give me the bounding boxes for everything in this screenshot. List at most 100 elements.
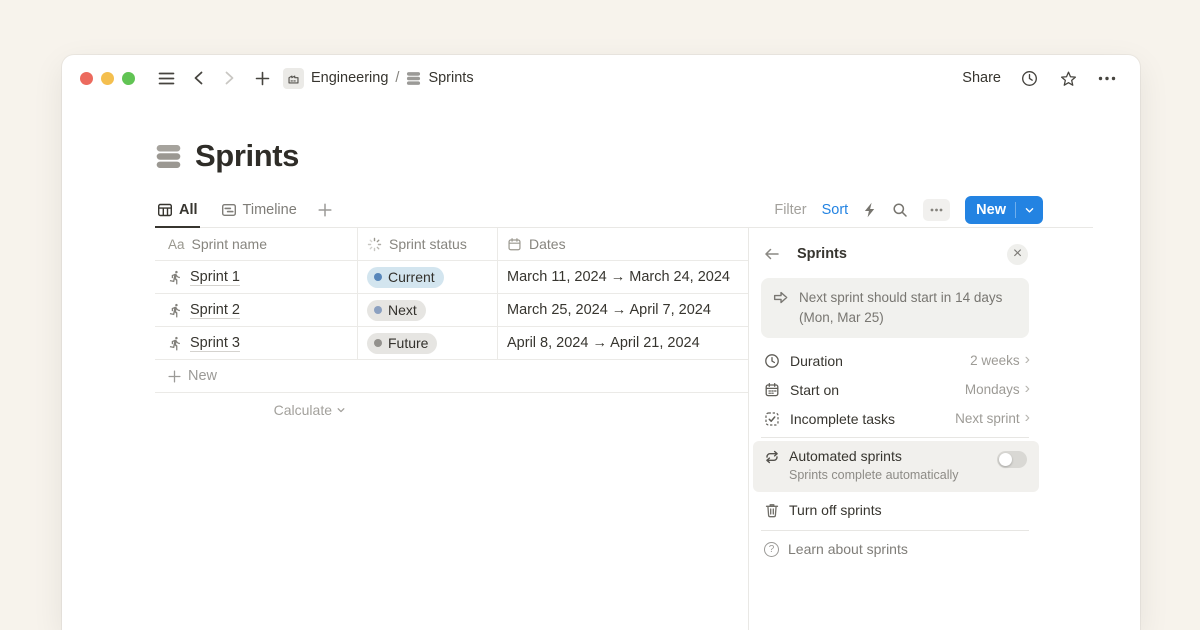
date-property-icon bbox=[507, 237, 522, 252]
cell-sprint-status[interactable]: Next bbox=[358, 294, 498, 326]
chevron-down-icon bbox=[336, 405, 346, 415]
repeat-cycle-icon bbox=[764, 449, 780, 484]
page-header: Sprints bbox=[155, 138, 299, 174]
setting-value: 2 weeks bbox=[970, 353, 1020, 368]
view-options-icon[interactable] bbox=[923, 199, 950, 221]
view-bar: All Timeline Filter Sort New bbox=[155, 193, 1093, 228]
new-button[interactable]: New bbox=[965, 196, 1043, 224]
setting-value: Mondays bbox=[965, 382, 1020, 397]
cell-dates[interactable]: March 11, 2024 → March 24, 2024 bbox=[498, 261, 748, 293]
tab-all[interactable]: All bbox=[155, 194, 200, 228]
sort-button[interactable]: Sort bbox=[822, 202, 849, 218]
breadcrumb-page[interactable]: Sprints bbox=[428, 70, 473, 86]
cell-dates[interactable]: April 8, 2024 → April 21, 2024 bbox=[498, 327, 748, 359]
status-label: Next bbox=[388, 302, 417, 318]
cell-sprint-name[interactable]: Sprint 2 bbox=[155, 294, 358, 326]
sprint-settings-panel: Sprints × Next sprint should start in 14… bbox=[748, 228, 1140, 630]
setting-label: Start on bbox=[790, 382, 839, 398]
sidebar-menu-icon[interactable] bbox=[155, 65, 177, 91]
setting-label: Incomplete tasks bbox=[790, 411, 895, 427]
cell-sprint-status[interactable]: Future bbox=[358, 327, 498, 359]
setting-incomplete-tasks[interactable]: Incomplete tasks Next sprint › bbox=[749, 404, 1041, 433]
status-dot bbox=[374, 306, 382, 314]
setting-start-on[interactable]: Start on Mondays › bbox=[749, 375, 1041, 404]
help-question-icon: ? bbox=[764, 542, 779, 557]
page-title[interactable]: Sprints bbox=[195, 138, 299, 174]
cell-sprint-status[interactable]: Current bbox=[358, 261, 498, 293]
column-header-sprint-status[interactable]: Sprint status bbox=[358, 228, 498, 260]
notice-line1: Next sprint should start in 14 days bbox=[799, 290, 1002, 305]
tab-timeline-label: Timeline bbox=[243, 202, 297, 218]
cell-sprint-name[interactable]: Sprint 3 bbox=[155, 327, 358, 359]
more-options-icon[interactable] bbox=[1096, 65, 1118, 91]
close-window-button[interactable] bbox=[80, 72, 93, 85]
workspace-icon[interactable] bbox=[283, 68, 304, 89]
chevron-right-icon: › bbox=[1025, 381, 1030, 397]
calculate-button[interactable]: Calculate bbox=[155, 393, 358, 426]
status-badge[interactable]: Current bbox=[367, 267, 444, 288]
automated-sprints-label: Automated sprints bbox=[789, 448, 902, 464]
sprint-name-link[interactable]: Sprint 1 bbox=[190, 269, 240, 285]
column-header-sprint-name[interactable]: Aa Sprint name bbox=[155, 228, 358, 260]
zoom-window-button[interactable] bbox=[122, 72, 135, 85]
search-icon[interactable] bbox=[892, 202, 908, 218]
table-header-row: Aa Sprint name Sprint status Dates bbox=[155, 228, 748, 261]
status-label: Current bbox=[388, 269, 435, 285]
divider bbox=[761, 437, 1029, 438]
turn-off-sprints-label: Turn off sprints bbox=[789, 502, 882, 518]
table-view-icon bbox=[157, 202, 173, 218]
automations-bolt-icon[interactable] bbox=[863, 202, 877, 218]
column-header-dates[interactable]: Dates bbox=[498, 228, 748, 260]
sprint-runner-icon bbox=[168, 303, 183, 318]
page-database-icon bbox=[155, 143, 182, 170]
new-row-button[interactable]: New bbox=[155, 360, 748, 393]
traffic-lights bbox=[80, 72, 135, 85]
status-badge[interactable]: Future bbox=[367, 333, 437, 354]
chevron-right-icon: › bbox=[1025, 352, 1030, 368]
favorite-star-icon[interactable] bbox=[1057, 65, 1079, 91]
filter-button[interactable]: Filter bbox=[774, 202, 806, 218]
tab-timeline[interactable]: Timeline bbox=[219, 193, 299, 227]
plus-icon bbox=[168, 370, 181, 383]
column-label: Sprint status bbox=[389, 236, 467, 252]
automated-sprints-row[interactable]: Automated sprints Sprints complete autom… bbox=[753, 441, 1039, 492]
sprints-table: Aa Sprint name Sprint status Dates bbox=[155, 228, 748, 426]
status-dot bbox=[374, 273, 382, 281]
sprint-runner-icon bbox=[168, 336, 183, 351]
arrow-right-outline-icon bbox=[772, 289, 789, 328]
add-view-icon[interactable] bbox=[318, 203, 332, 217]
notice-line2: (Mon, Mar 25) bbox=[799, 310, 884, 325]
new-page-icon[interactable] bbox=[251, 65, 273, 91]
new-button-chevron-down-icon[interactable] bbox=[1016, 205, 1043, 216]
back-icon[interactable] bbox=[187, 65, 209, 91]
share-button[interactable]: Share bbox=[962, 70, 1001, 86]
date-range: April 8, 2024 → April 21, 2024 bbox=[507, 335, 700, 351]
chevron-right-icon: › bbox=[1025, 410, 1030, 426]
automated-sprints-toggle[interactable] bbox=[997, 451, 1027, 468]
calculate-label: Calculate bbox=[274, 402, 332, 418]
learn-about-sprints-link[interactable]: ? Learn about sprints bbox=[749, 533, 1041, 565]
table-row[interactable]: Sprint 2 Next March 25, 2024 → April 7, … bbox=[155, 294, 748, 327]
updates-clock-icon[interactable] bbox=[1018, 65, 1040, 91]
cell-dates[interactable]: March 25, 2024 → April 7, 2024 bbox=[498, 294, 748, 326]
status-dot bbox=[374, 339, 382, 347]
sprint-name-link[interactable]: Sprint 2 bbox=[190, 302, 240, 318]
minimize-window-button[interactable] bbox=[101, 72, 114, 85]
table-row[interactable]: Sprint 3 Future April 8, 2024 → April 21… bbox=[155, 327, 748, 360]
back-arrow-icon[interactable] bbox=[764, 247, 780, 261]
turn-off-sprints-button[interactable]: Turn off sprints bbox=[749, 494, 1041, 526]
date-range: March 25, 2024 → April 7, 2024 bbox=[507, 302, 711, 318]
setting-duration[interactable]: Duration 2 weeks › bbox=[749, 346, 1041, 375]
sprint-name-link[interactable]: Sprint 3 bbox=[190, 335, 240, 351]
forward-icon[interactable] bbox=[219, 65, 241, 91]
breadcrumb-workspace[interactable]: Engineering bbox=[311, 70, 388, 86]
close-icon[interactable]: × bbox=[1007, 244, 1028, 265]
timeline-view-icon bbox=[221, 202, 237, 218]
setting-value: Next sprint bbox=[955, 411, 1020, 426]
table-row[interactable]: Sprint 1 Current March 11, 2024 → March … bbox=[155, 261, 748, 294]
status-badge[interactable]: Next bbox=[367, 300, 426, 321]
column-label: Dates bbox=[529, 236, 566, 252]
learn-about-sprints-label: Learn about sprints bbox=[788, 541, 908, 557]
date-range: March 11, 2024 → March 24, 2024 bbox=[507, 269, 730, 285]
cell-sprint-name[interactable]: Sprint 1 bbox=[155, 261, 358, 293]
